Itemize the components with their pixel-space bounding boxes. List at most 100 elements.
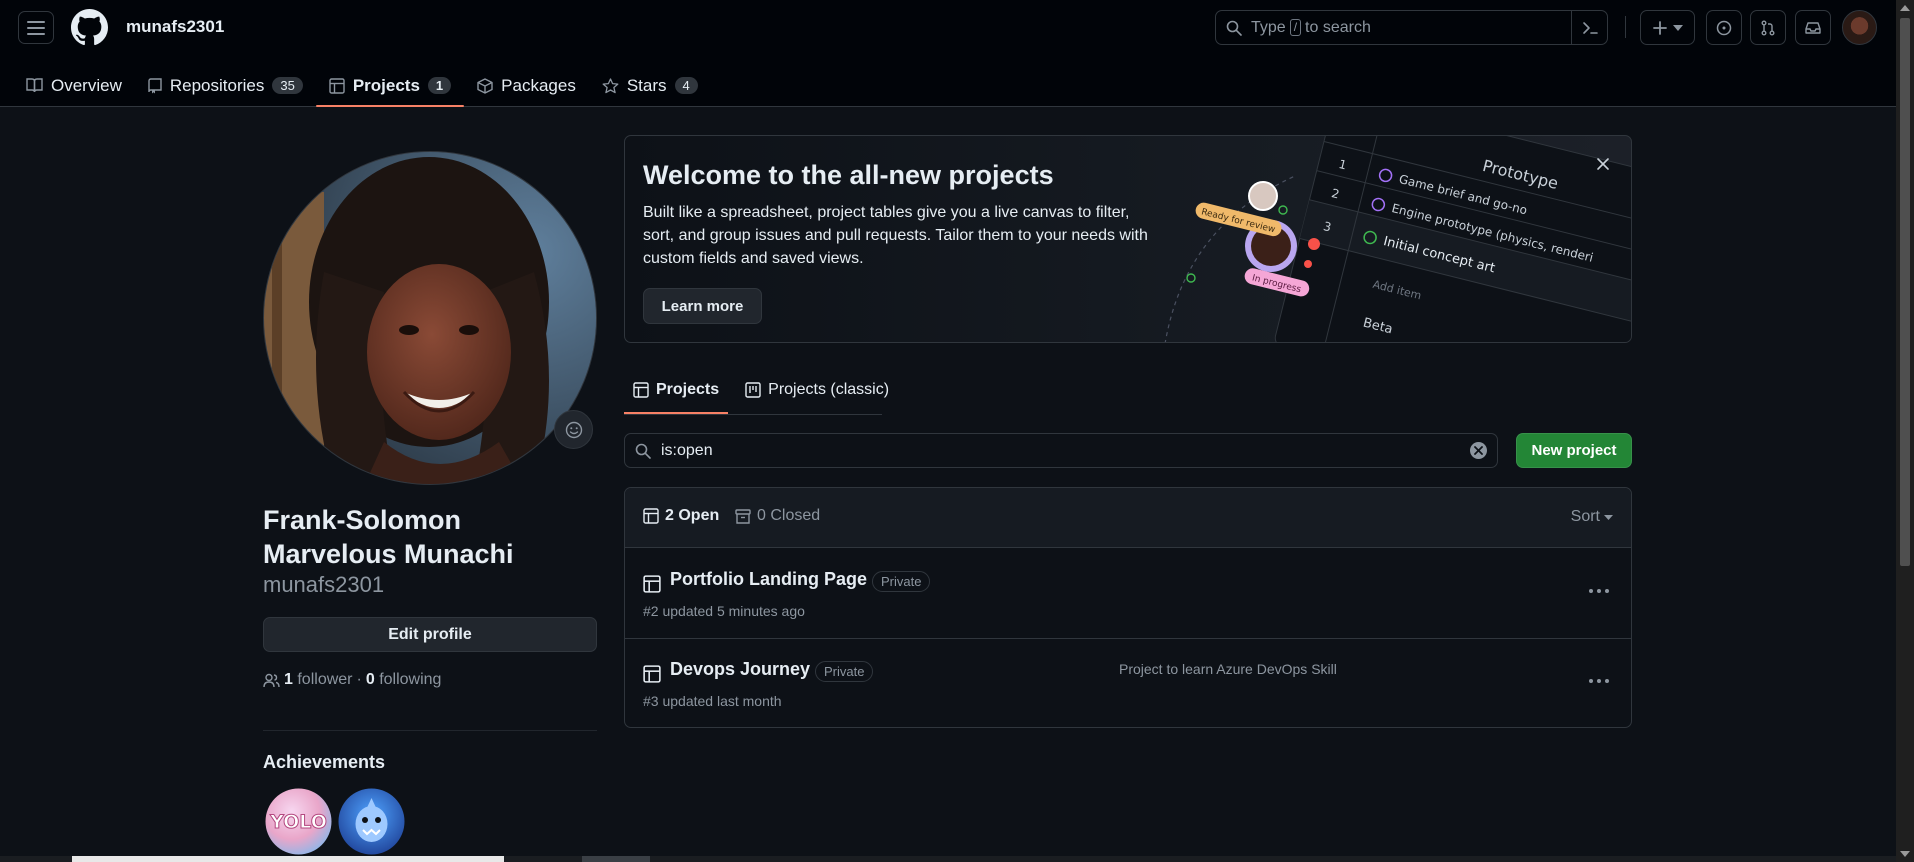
kebab-horizontal-icon <box>1589 589 1609 593</box>
kebab-horizontal-icon <box>1589 679 1609 683</box>
nav-tab-overview[interactable]: Overview <box>0 64 135 107</box>
banner-illustration: Prototype 1 Game brief and go-no 2 Engin… <box>1164 136 1631 342</box>
visibility-label: Private <box>872 571 931 592</box>
table-icon <box>643 665 661 683</box>
yolo-badge[interactable]: YOLO <box>265 788 332 855</box>
header-username[interactable]: munafs2301 <box>126 17 224 37</box>
nav-tab-label: Packages <box>501 75 576 95</box>
yolo-badge-icon: YOLO <box>265 788 332 855</box>
repositories-counter: 35 <box>272 77 303 94</box>
followers-link[interactable]: 1 follower <box>284 671 353 689</box>
nav-tab-label: Stars <box>626 75 667 95</box>
open-projects-filter[interactable]: 2 Open <box>643 507 719 525</box>
profile-photo-image <box>264 152 596 484</box>
nav-tab-label: Projects <box>352 75 420 95</box>
bottom-strip-segment <box>582 856 650 862</box>
github-logo-icon[interactable] <box>71 9 108 46</box>
sort-dropdown[interactable]: Sort <box>1571 508 1613 526</box>
profile-login: munafs2301 <box>263 572 385 597</box>
sort-label: Sort <box>1570 508 1600 525</box>
clear-filter-button[interactable] <box>1470 442 1487 459</box>
table-icon <box>329 77 345 94</box>
table-icon <box>643 575 661 593</box>
smiley-icon <box>565 421 582 438</box>
search-icon <box>1226 20 1242 36</box>
dismiss-banner-button[interactable] <box>1593 154 1613 174</box>
issue-opened-icon <box>1716 20 1732 35</box>
set-status-button[interactable] <box>554 410 593 449</box>
new-project-button[interactable]: New project <box>1516 433 1632 468</box>
project-row: Devops Journey Private Project to learn … <box>625 639 1631 727</box>
search-input[interactable]: Type / to search <box>1215 10 1608 45</box>
table-icon <box>643 508 659 524</box>
tab-label: Projects <box>656 381 720 398</box>
project-title-link[interactable]: Portfolio Landing Page <box>670 569 867 590</box>
bottom-strip <box>0 856 1896 862</box>
inbox-button[interactable] <box>1795 10 1831 45</box>
follow-separator: · <box>356 671 362 688</box>
edit-profile-button[interactable]: Edit profile <box>263 617 597 652</box>
terminal-icon <box>1582 21 1598 34</box>
projects-tabs: Projects Projects (classic) <box>624 366 898 414</box>
achievements-heading: Achievements <box>263 752 386 772</box>
closed-projects-filter[interactable]: 0 Closed <box>735 507 820 525</box>
project-options-button[interactable] <box>1585 671 1613 691</box>
tab-label: Projects (classic) <box>768 381 890 398</box>
nav-tab-label: Repositories <box>169 75 265 95</box>
tab-projects[interactable]: Projects <box>624 366 729 414</box>
archive-icon <box>735 508 751 524</box>
package-icon <box>477 77 493 94</box>
following-link[interactable]: 0 following <box>366 671 442 689</box>
profile-nav: Overview Repositories 35 Projects 1 Pack… <box>0 64 711 107</box>
project-meta: #2 updated 5 minutes ago <box>643 603 805 619</box>
tab-projects-classic[interactable]: Projects (classic) <box>736 366 898 414</box>
projects-list-header: 2 Open 0 Closed Sort <box>625 488 1631 548</box>
people-icon <box>263 673 280 687</box>
command-palette-button[interactable] <box>1571 11 1607 44</box>
tabs-underline <box>624 414 882 415</box>
book-icon <box>26 78 43 93</box>
scroll-down-arrow-icon[interactable] <box>1900 851 1910 857</box>
banner-title: Welcome to the all-new projects <box>643 160 1054 190</box>
projects-counter: 1 <box>427 77 452 94</box>
profile-avatar[interactable] <box>263 151 597 485</box>
banner-description: Built like a spreadsheet, project tables… <box>643 204 1148 267</box>
project-filter-input[interactable]: is:open <box>624 433 1498 468</box>
menu-button[interactable] <box>18 11 54 44</box>
visibility-label: Private <box>815 661 874 682</box>
user-avatar[interactable] <box>1842 10 1877 45</box>
projects-welcome-banner: Welcome to the all-new projects Built li… <box>624 135 1632 343</box>
header-divider <box>1625 16 1626 38</box>
create-new-button[interactable] <box>1640 10 1695 45</box>
followers-label: follower <box>297 671 353 688</box>
learn-more-button[interactable]: Learn more <box>643 288 762 324</box>
git-pull-request-icon <box>1761 20 1775 35</box>
scrollbar-thumb[interactable] <box>1900 18 1910 566</box>
pull-requests-button[interactable] <box>1750 10 1786 45</box>
nav-tab-projects[interactable]: Projects 1 <box>315 64 465 107</box>
hamburger-icon <box>27 20 45 35</box>
search-shortcut-key: / <box>1289 19 1302 36</box>
svg-text:YOLO: YOLO <box>269 811 327 833</box>
project-options-button[interactable] <box>1585 581 1613 601</box>
pull-shark-badge[interactable] <box>338 788 405 855</box>
followers-count: 1 <box>284 671 293 688</box>
table-icon <box>633 382 649 398</box>
project-title-link[interactable]: Devops Journey <box>670 659 810 680</box>
plus-icon <box>1652 20 1667 35</box>
scroll-up-arrow-icon[interactable] <box>1900 5 1910 11</box>
bottom-strip-segment <box>72 856 504 862</box>
page-scrollbar[interactable] <box>1896 0 1914 862</box>
caret-down-icon <box>1672 24 1683 31</box>
nav-tab-repositories[interactable]: Repositories 35 <box>135 64 316 107</box>
nav-tab-stars[interactable]: Stars 4 <box>589 64 711 107</box>
following-label: following <box>379 671 442 688</box>
projects-list: 2 Open 0 Closed Sort Portfolio Landing P… <box>624 487 1632 728</box>
search-icon <box>635 443 651 459</box>
caret-down-icon <box>1604 514 1613 520</box>
stars-counter: 4 <box>674 77 698 94</box>
issues-button[interactable] <box>1706 10 1742 45</box>
nav-tab-packages[interactable]: Packages <box>464 64 589 107</box>
project-classic-icon <box>745 382 761 398</box>
global-header: munafs2301 Type / to search Overview Rep… <box>0 0 1896 107</box>
